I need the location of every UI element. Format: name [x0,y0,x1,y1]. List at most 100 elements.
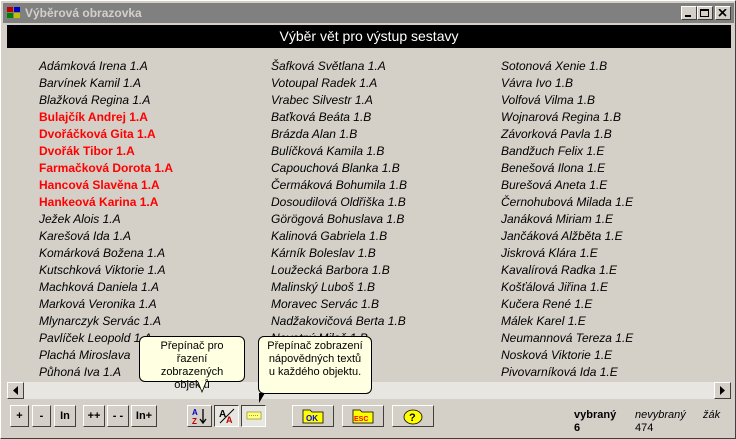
list-item[interactable]: Neumannová Tereza 1.E [501,330,633,347]
list-item[interactable]: Barvínek Kamil 1.A [39,75,173,92]
unselected-label: nevybraný [635,409,686,421]
list-item[interactable]: Hankeová Karina 1.A [39,194,173,211]
minimize-icon [685,15,691,17]
list-item[interactable]: Sotonová Xenie 1.B [501,58,633,75]
window-title: Výběrová obrazovka [25,6,142,20]
list-item[interactable]: Adámková Irena 1.A [39,58,173,75]
list-item[interactable]: Capouchová Blanka 1.B [271,160,407,177]
list-item[interactable]: Malinský Luboš 1.B [271,279,407,296]
minimize-button[interactable] [681,6,697,20]
unselected-count: 474 [635,422,654,434]
list-item[interactable]: Pivovarníková Ida 1.E [501,364,633,378]
maximize-icon [700,9,709,17]
question-icon: ? [403,409,423,425]
list-item[interactable]: Málek Karel 1.E [501,313,633,330]
list-item[interactable]: Dosoudilová Oldřiška 1.B [271,194,407,211]
list-item[interactable]: Bulíčková Kamila 1.B [271,143,407,160]
list-item[interactable]: Hancová Slavěna 1.A [39,177,173,194]
list-item[interactable]: Šafková Světlana 1.A [271,58,407,75]
deselect-one-button[interactable]: - [32,405,51,427]
list-item[interactable]: Nadžakovičová Berta 1.B [271,313,407,330]
list-item[interactable]: Loužecká Barbora 1.B [271,262,407,279]
list-item[interactable]: Kavalírová Radka 1.E [501,262,633,279]
list-item[interactable]: Baťková Beáta 1.B [271,109,407,126]
selected-label: vybraný [574,409,617,421]
help-tooltip-tail [259,393,265,403]
list-item[interactable]: Čermáková Bohumila 1.B [271,177,407,194]
ok-button[interactable]: OK [292,405,334,427]
list-item[interactable]: Černohubová Milada 1.E [501,194,633,211]
text-toggle-button[interactable]: A A [214,405,239,427]
svg-text:ESC: ESC [354,416,368,423]
select-one-button[interactable]: + [10,405,29,427]
list-item[interactable]: Závorková Pavla 1.B [501,126,633,143]
svg-text:OK: OK [306,414,318,423]
list-item[interactable]: Dvořáčková Gita 1.A [39,126,173,143]
list-item[interactable]: Karešová Ida 1.A [39,228,173,245]
close-icon [718,9,727,17]
help-tooltip: Přepínač zobrazení nápovědných textů u k… [258,336,372,394]
esc-folder-icon: ESC [352,409,374,424]
list-item[interactable]: Blažková Regina 1.A [39,92,173,109]
sort-toggle-button[interactable]: A Z [187,405,212,427]
list-item[interactable]: Votoupal Radek 1.A [271,75,407,92]
sort-tooltip: Přepínač pro řazení zobrazených objektů [139,336,245,391]
list-item[interactable]: Farmačková Dorota 1.A [39,160,173,177]
list-item[interactable]: Wojnarová Regina 1.B [501,109,633,126]
list-header: Výběr vět pro výstup sestavy [7,25,731,48]
list-item[interactable]: Burešová Aneta 1.E [501,177,633,194]
hint-toggle-button[interactable] [241,405,266,427]
list-item[interactable]: Machková Daniela 1.A [39,279,173,296]
list-item[interactable]: Nosková Viktorie 1.E [501,347,633,364]
unit-label: žák [703,409,721,421]
list-item[interactable]: Jiskrová Klára 1.E [501,245,633,262]
svg-text:Z: Z [192,417,197,425]
deselect-all-button[interactable]: - - [107,405,129,427]
list-item[interactable]: Görögová Bohuslava 1.B [271,211,407,228]
list-item[interactable]: Vrabec Silvestr 1.A [271,92,407,109]
list-item[interactable]: Moravec Servác 1.B [271,296,407,313]
list-item[interactable]: Košťálová Jiřina 1.E [501,279,633,296]
main-window: Výběrová obrazovka Výběr vět pro výstup … [0,0,736,439]
scroll-left-button[interactable] [7,382,24,399]
list-item[interactable]: Kalinová Gabriela 1.B [271,228,407,245]
list-item[interactable]: Kučera René 1.E [501,296,633,313]
list-item[interactable]: Ježek Alois 1.A [39,211,173,228]
list-item[interactable]: Janáková Miriam 1.E [501,211,633,228]
svg-text:A: A [192,408,198,417]
svg-text:?: ? [409,412,416,424]
list-item[interactable]: Vávra Ivo 1.B [501,75,633,92]
invert-button[interactable]: In [54,405,76,427]
list-item[interactable]: Bandžuch Felix 1.E [501,143,633,160]
az-sort-icon: A Z [192,408,207,425]
title-bar[interactable]: Výběrová obrazovka [3,3,734,23]
window-controls [681,6,731,20]
list-column-3: Sotonová Xenie 1.B Vávra Ivo 1.B Volfová V… [501,58,633,378]
list-item[interactable]: Kárník Boleslav 1.B [271,245,407,262]
ok-folder-icon: OK [302,409,324,424]
list-item[interactable]: Volfová Vilma 1.B [501,92,633,109]
app-icon[interactable] [6,6,22,20]
list-item[interactable]: Kutschková Viktorie 1.A [39,262,173,279]
scroll-right-button[interactable] [714,382,731,399]
esc-button[interactable]: ESC [342,405,384,427]
list-item[interactable]: Jančáková Alžběta 1.E [501,228,633,245]
hint-toggle-icon [246,411,261,420]
list-item[interactable]: Dvořák Tibor 1.A [39,143,173,160]
select-all-button[interactable]: ++ [83,405,105,427]
list-column-1: Adámková Irena 1.A Barvínek Kamil 1.A Blaž… [39,58,173,378]
list-item[interactable]: Benešová Ilona 1.E [501,160,633,177]
list-item[interactable]: Komárková Božena 1.A [39,245,173,262]
arrow-right-icon [720,386,725,395]
list-item[interactable]: Bulajčík Andrej 1.A [39,109,173,126]
help-button[interactable]: ? [392,405,434,427]
arrow-left-icon [13,386,18,395]
invert-plus-button[interactable]: In+ [131,405,157,427]
maximize-button[interactable] [697,6,713,20]
student-list[interactable]: Adámková Irena 1.A Barvínek Kamil 1.A Blaž… [7,51,731,378]
selected-status: vybraný 6 [574,409,616,435]
list-item[interactable]: Mlynarczyk Servác 1.A [39,313,173,330]
list-item[interactable]: Marková Veronika 1.A [39,296,173,313]
close-button[interactable] [715,6,731,20]
list-item[interactable]: Brázda Alan 1.B [271,126,407,143]
